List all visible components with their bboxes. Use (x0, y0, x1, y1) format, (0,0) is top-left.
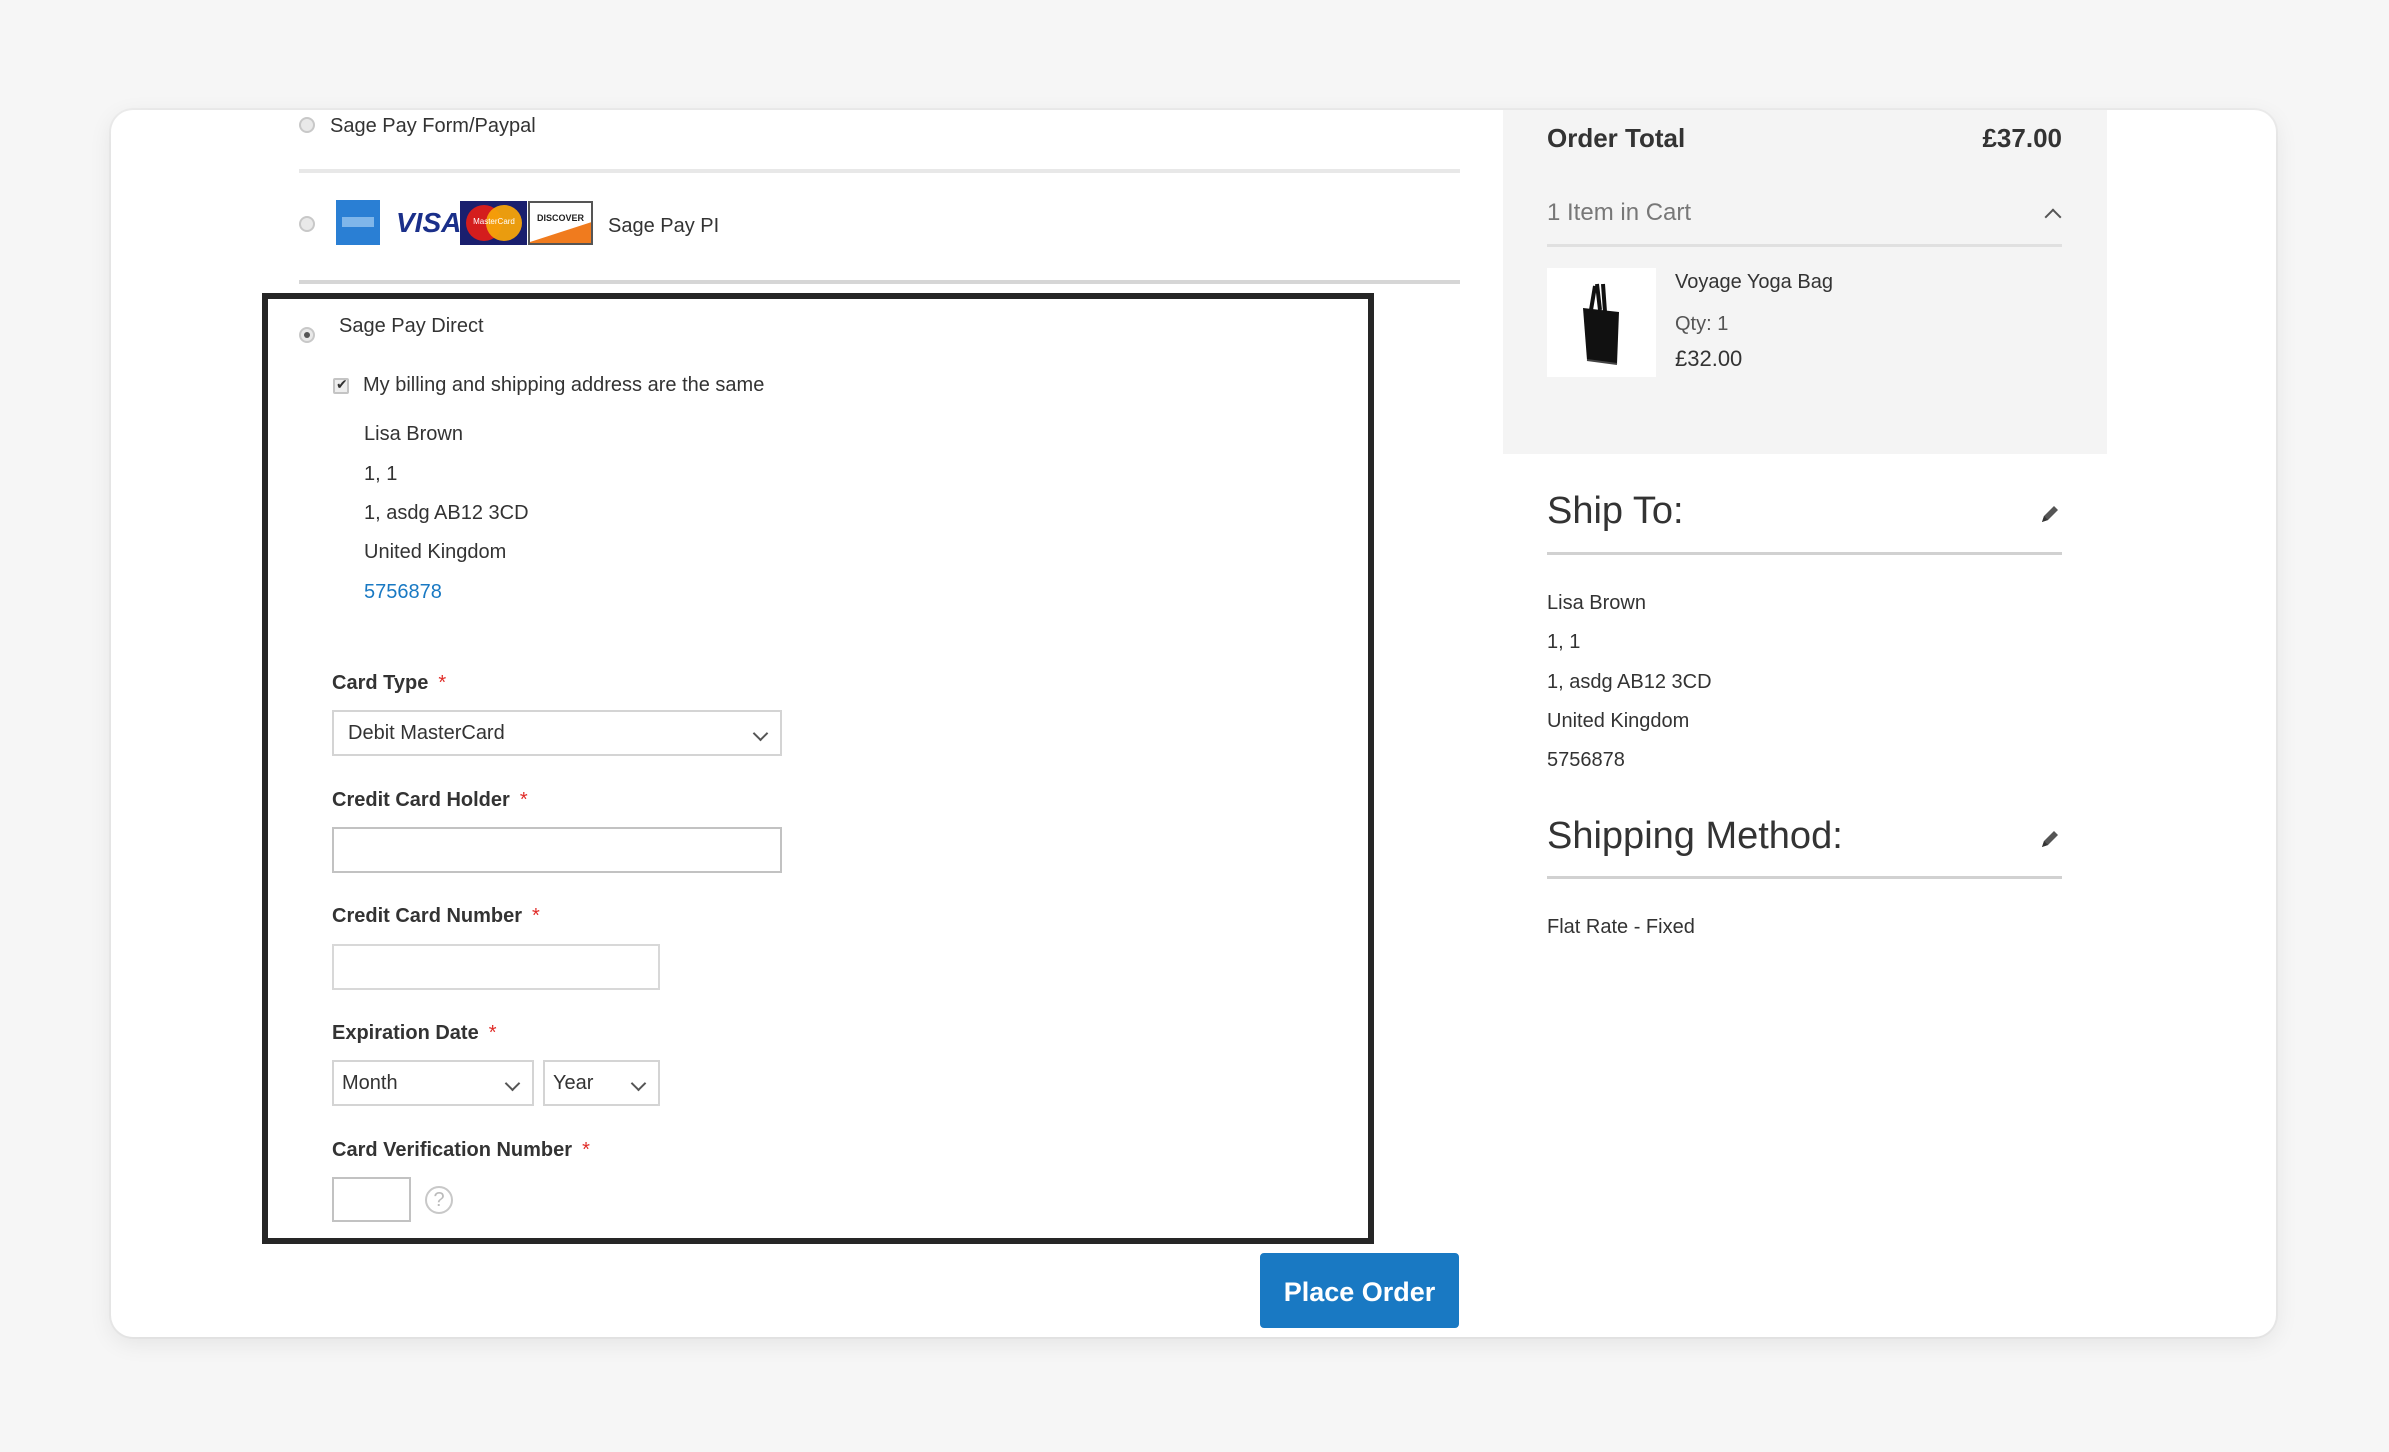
ship-name: Lisa Brown (1547, 592, 1646, 614)
same-address-label[interactable]: My billing and shipping address are the … (363, 375, 764, 395)
divider (1547, 244, 2062, 247)
ship-line2: 1, asdg AB12 3CD (1547, 671, 1712, 693)
yoga-bag-image-icon (1583, 283, 1619, 365)
chevron-down-icon (752, 725, 769, 742)
edit-shipping-method-pencil-icon[interactable] (2038, 827, 2062, 851)
billing-country: United Kingdom (364, 541, 507, 563)
card-type-select[interactable]: Debit MasterCard (332, 710, 782, 756)
cvn-input[interactable] (332, 1177, 411, 1222)
expiration-month-select[interactable]: Month (332, 1060, 534, 1106)
card-type-label-text: Card Type (332, 672, 429, 694)
payment-label-form-paypal: Sage Pay Form/Paypal (330, 115, 536, 137)
order-total-label: Order Total (1547, 123, 1686, 153)
ship-phone-link[interactable]: 5756878 (1547, 750, 1625, 770)
billing-line1: 1, 1 (364, 463, 398, 485)
payment-label-pi: Sage Pay PI (608, 215, 720, 237)
shipping-method-heading: Shipping Method: (1547, 815, 1843, 857)
ship-line1: 1, 1 (1547, 631, 1581, 653)
cvn-label: Card Verification Number * (332, 1140, 590, 1160)
radio-sage-pay-direct[interactable] (299, 327, 315, 343)
required-mark: * (532, 905, 540, 927)
ship-country: United Kingdom (1547, 710, 1690, 732)
billing-phone-link[interactable]: 5756878 (364, 582, 442, 602)
card-type-label: Card Type * (332, 673, 446, 693)
edit-ship-to-pencil-icon[interactable] (2038, 502, 2062, 526)
required-mark: * (438, 672, 447, 694)
card-number-input[interactable] (332, 944, 660, 990)
items-in-cart-toggle[interactable]: 1 Item in Cart (1547, 201, 1691, 225)
mastercard-logo-icon: MasterCard (460, 201, 527, 245)
expiration-year-select[interactable]: Year (543, 1060, 660, 1106)
radio-sage-pay-form-paypal[interactable] (299, 117, 315, 133)
billing-line2: 1, asdg AB12 3CD (364, 502, 529, 524)
expiration-label-text: Expiration Date (332, 1022, 479, 1044)
product-price: £32.00 (1675, 346, 1743, 371)
card-holder-input[interactable] (332, 827, 782, 873)
ship-to-heading: Ship To: (1547, 490, 1684, 532)
shipping-method-value: Flat Rate - Fixed (1547, 916, 1695, 938)
card-number-label: Credit Card Number * (332, 906, 540, 926)
divider (299, 280, 1460, 284)
visa-logo-icon: VISA (396, 207, 462, 238)
card-type-value: Debit MasterCard (348, 722, 505, 744)
amex-logo-icon (336, 200, 380, 245)
payment-label-direct: Sage Pay Direct (339, 315, 484, 337)
discover-logo-icon: DISCOVER (528, 201, 593, 245)
chevron-down-icon (630, 1075, 647, 1092)
year-value: Year (553, 1072, 594, 1094)
required-mark: * (488, 1022, 497, 1044)
place-order-button[interactable]: Place Order (1260, 1253, 1459, 1328)
product-thumbnail (1547, 268, 1656, 377)
product-qty: Qty: 1 (1675, 313, 1729, 335)
required-mark: * (519, 789, 528, 811)
help-icon[interactable]: ? (425, 1186, 453, 1214)
divider (299, 169, 1460, 173)
cvn-label-text: Card Verification Number (332, 1139, 573, 1161)
same-address-checkbox[interactable] (333, 376, 349, 394)
product-name: Voyage Yoga Bag (1675, 271, 1833, 293)
month-value: Month (342, 1072, 398, 1094)
expiration-label: Expiration Date * (332, 1023, 497, 1043)
chevron-down-icon (504, 1075, 521, 1092)
order-total-value: £37.00 (1982, 123, 2062, 153)
card-holder-label-text: Credit Card Holder (332, 789, 510, 811)
card-holder-label: Credit Card Holder * (332, 790, 528, 810)
billing-name: Lisa Brown (364, 423, 463, 445)
divider (1547, 876, 2062, 879)
divider (1547, 552, 2062, 555)
card-number-label-text: Credit Card Number (332, 905, 523, 927)
required-mark: * (582, 1139, 590, 1161)
radio-sage-pay-pi[interactable] (299, 216, 315, 232)
